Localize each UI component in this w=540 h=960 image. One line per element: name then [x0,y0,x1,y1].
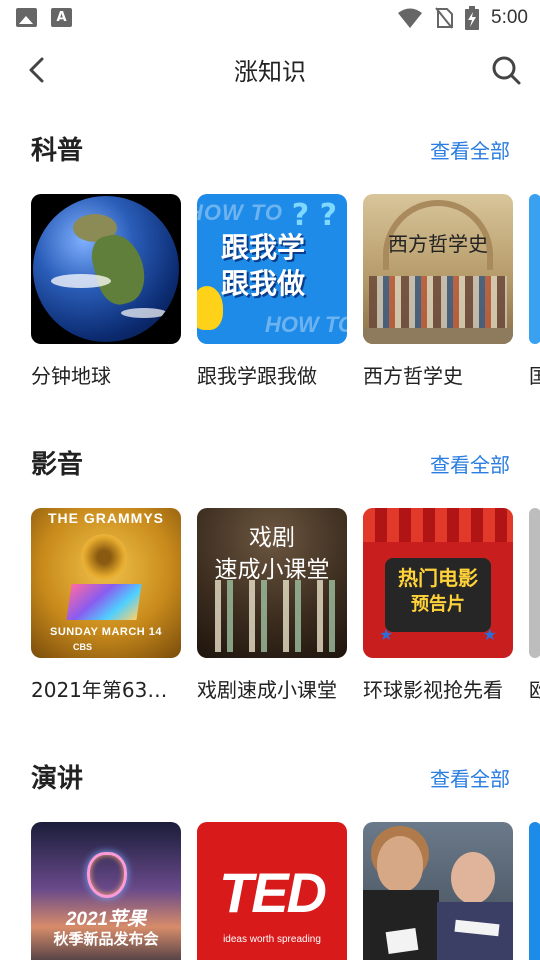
thumb-apple-event-image: 2021苹果 秋季新品发布会 [31,822,181,960]
section-kepu: 科普 查看全部 分钟地球 HOW TO HOW TO ? ? 跟我学跟我做 跟我… [0,130,540,388]
card-drama[interactable]: 戏剧 速成小课堂 戏剧速成小课堂 [197,508,347,703]
card-label: 分钟地球 [31,364,111,388]
thumb-partial-image [529,194,540,344]
view-all-link[interactable]: 查看全部 [430,763,510,792]
battery-charging-icon [465,6,480,30]
section-header: 影音 查看全部 [0,444,540,484]
thumb-people-talk-image [363,822,513,960]
section-yingyin: 影音 查看全部 THE GRAMMYS SUNDAY MARCH 14 CBS … [0,444,540,702]
thumb-drama-image: 戏剧 速成小课堂 [197,508,347,658]
card-partial[interactable] [529,822,540,960]
card-label: 戏剧速成小课堂 [197,678,337,702]
thumb-grammys-image: THE GRAMMYS SUNDAY MARCH 14 CBS [31,508,181,658]
card-people-talk[interactable] [363,822,513,960]
status-bar: A 5:00 [0,0,540,36]
apple-logo-icon [87,852,127,898]
wifi-icon [398,8,423,28]
view-all-link[interactable]: 查看全部 [430,449,510,478]
thumb-movie-image: 热门电影 预告片 ★ ★ [363,508,513,658]
card-ted[interactable]: TED ideas worth spreading [197,822,347,960]
thumb-howto-image: HOW TO HOW TO ? ? 跟我学跟我做 [197,194,347,344]
font-a-icon: A [51,8,72,27]
card-row: 2021苹果 秋季新品发布会 TED ideas worth spreading [31,822,540,960]
app-bar: 涨知识 [0,40,540,100]
card-partial[interactable]: 国 [529,194,540,389]
thumb-philosophy-image: 西方哲学史 [363,194,513,344]
thumb-partial-image [529,508,540,658]
card-howto[interactable]: HOW TO HOW TO ? ? 跟我学跟我做 跟我学跟我做 [197,194,347,389]
card-row: THE GRAMMYS SUNDAY MARCH 14 CBS 2021年第63… [31,508,540,708]
card-grammys[interactable]: THE GRAMMYS SUNDAY MARCH 14 CBS 2021年第63… [31,508,181,703]
thumb-ted-image: TED ideas worth spreading [197,822,347,960]
thumb-earth-image [31,194,181,344]
thumb-partial-image [529,822,540,960]
card-label: 欧 [529,674,540,703]
image-icon [16,8,37,27]
card-label: 跟我学跟我做 [197,364,317,388]
card-row: 分钟地球 HOW TO HOW TO ? ? 跟我学跟我做 跟我学跟我做 西方哲… [31,194,540,394]
card-earth[interactable]: 分钟地球 [31,194,181,389]
section-header: 科普 查看全部 [0,130,540,170]
card-label: 西方哲学史 [363,364,463,388]
card-partial[interactable]: 欧 [529,508,540,703]
clock: 5:00 [491,7,528,28]
card-movie[interactable]: 热门电影 预告片 ★ ★ 环球影视抢先看 [363,508,513,703]
search-icon[interactable] [490,54,522,86]
card-apple-event[interactable]: 2021苹果 秋季新品发布会 [31,822,181,960]
view-all-link[interactable]: 查看全部 [430,135,510,164]
card-label: 环球影视抢先看 [363,678,503,702]
section-title: 科普 [31,136,84,166]
card-label: 国 [529,360,540,389]
card-label: 2021年第63届… [31,678,181,702]
card-philosophy[interactable]: 西方哲学史 西方哲学史 [363,194,513,389]
section-title: 演讲 [31,764,84,794]
section-title: 影音 [31,450,84,480]
no-sim-icon [435,7,454,29]
section-yanjiang: 演讲 查看全部 2021苹果 秋季新品发布会 TED ideas worth s… [0,758,540,960]
section-header: 演讲 查看全部 [0,758,540,798]
page-title: 涨知识 [234,58,306,86]
